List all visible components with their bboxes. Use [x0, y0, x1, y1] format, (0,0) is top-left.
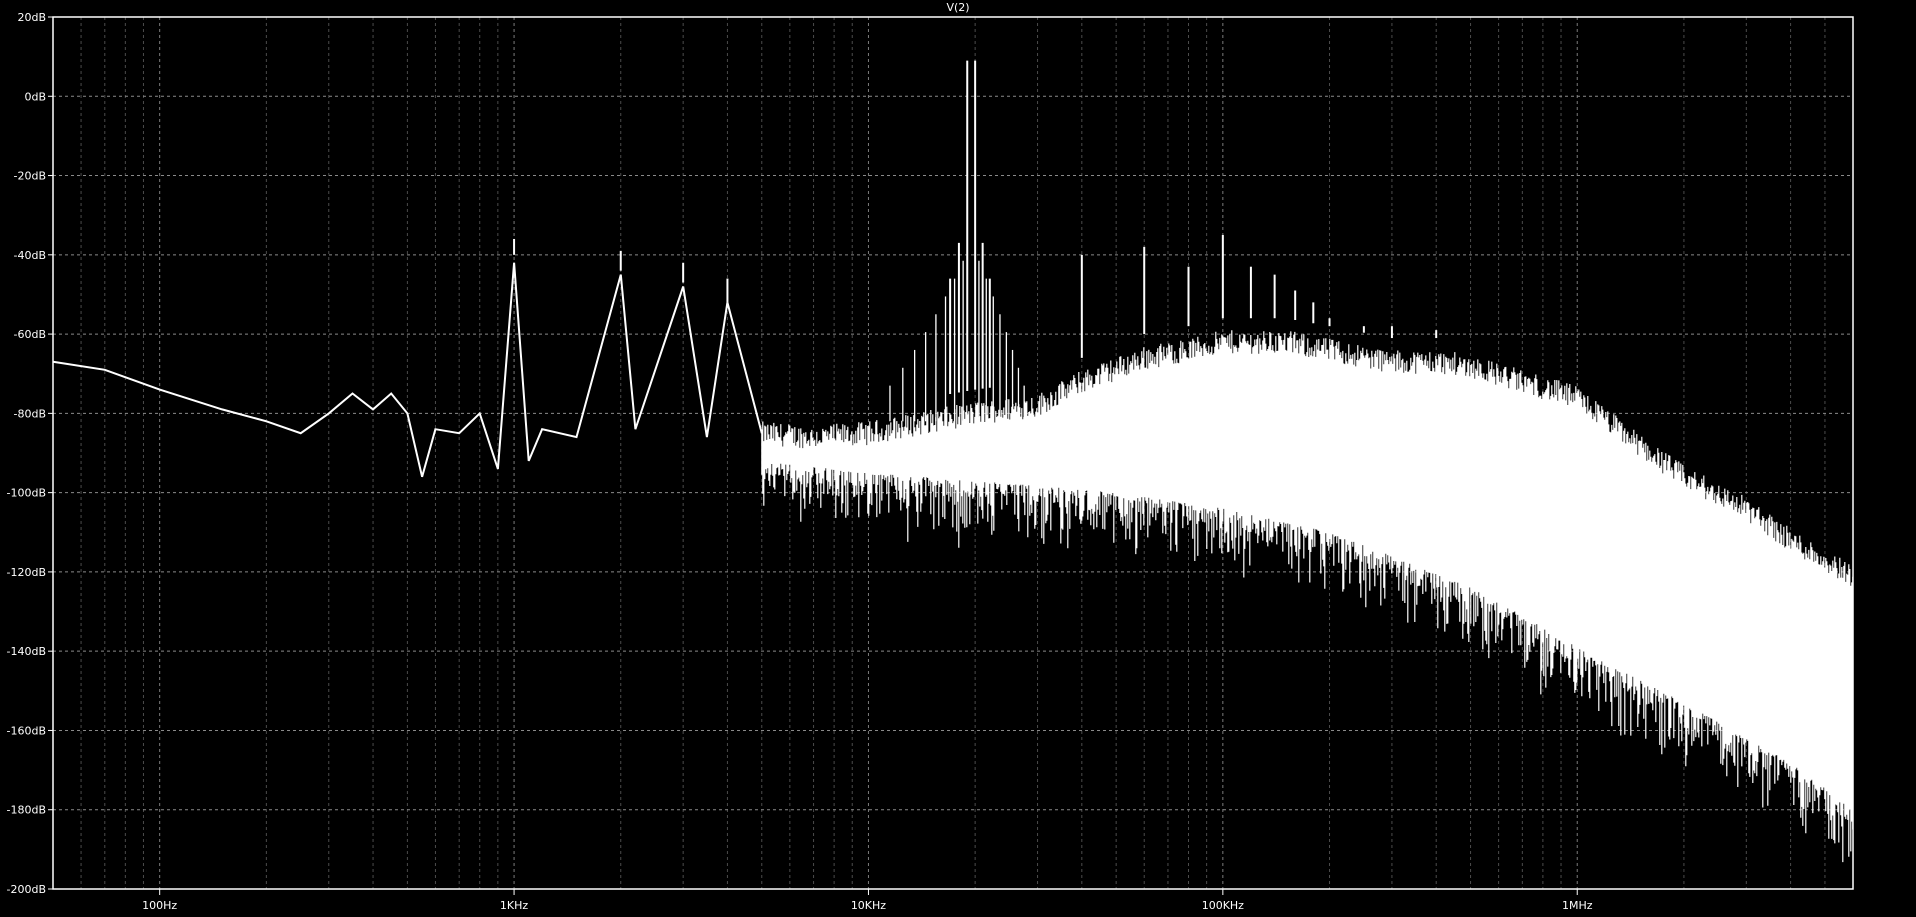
y-tick-label: -160dB: [7, 724, 47, 737]
y-tick-label: -140dB: [7, 645, 47, 658]
y-tick-label: -40dB: [14, 249, 47, 262]
y-tick-label: -60dB: [14, 328, 47, 341]
y-tick-label: 0dB: [24, 90, 46, 103]
chart-title: V(2): [946, 1, 970, 14]
spectrum-plot: 20dB0dB-20dB-40dB-60dB-80dB-100dB-120dB-…: [7, 11, 1854, 912]
x-tick-label: 1MHz: [1562, 899, 1593, 912]
y-tick-label: -20dB: [14, 170, 47, 183]
y-tick-label: -180dB: [7, 804, 47, 817]
y-tick-label: -80dB: [14, 407, 47, 420]
y-tick-label: -200dB: [7, 883, 47, 896]
x-tick-label: 100KHz: [1202, 899, 1244, 912]
x-tick-label: 100Hz: [142, 899, 177, 912]
y-tick-label: -120dB: [7, 566, 47, 579]
x-tick-label: 10KHz: [851, 899, 886, 912]
x-tick-label: 1KHz: [500, 899, 528, 912]
y-tick-label: -100dB: [7, 487, 47, 500]
